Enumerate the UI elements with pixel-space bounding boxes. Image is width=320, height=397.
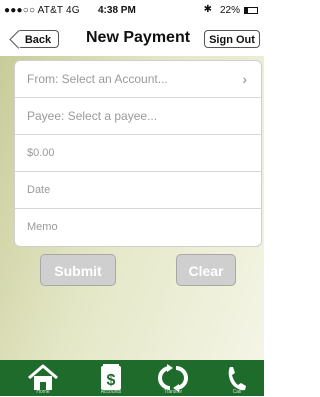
payee-selector[interactable]: Payee: Select a payee... [15, 98, 261, 135]
battery-percent: 22% [219, 5, 240, 16]
carrier-label: ●●●○○ AT&T 4G [4, 5, 80, 16]
submit-button[interactable]: Submit [40, 254, 116, 286]
amount-field[interactable]: $0.00 [15, 135, 261, 172]
clock: 4:38 PM [98, 5, 136, 16]
date-placeholder: Date [27, 184, 51, 196]
memo-placeholder: Memo [27, 221, 58, 233]
from-account-selector[interactable]: From: Select an Account... › [15, 61, 261, 98]
back-label: Back [24, 34, 52, 46]
tab-home[interactable]: Home [10, 360, 76, 396]
battery-icon [244, 7, 258, 14]
tab-accounts[interactable]: $ Accounts [78, 360, 144, 396]
tab-bar: Home $ Accounts Transfer Call [0, 360, 264, 396]
bluetooth-icon: ✱ [203, 4, 212, 15]
clear-button[interactable]: Clear [176, 254, 236, 286]
tab-accounts-label: Accounts [100, 389, 122, 395]
from-account-placeholder: From: Select an Account... [27, 72, 168, 86]
tab-transfer[interactable]: Transfer [140, 360, 206, 396]
sign-out-button[interactable]: Sign Out [204, 30, 260, 48]
battery-level [245, 8, 248, 13]
payment-form: From: Select an Account... › Payee: Sele… [14, 60, 262, 247]
content-area: From: Select an Account... › Payee: Sele… [0, 56, 264, 360]
back-button[interactable]: Back [17, 30, 59, 48]
tab-call[interactable]: Call [204, 360, 270, 396]
chevron-right-icon: › [242, 71, 247, 87]
tab-home-label: Home [36, 389, 50, 395]
navigation-bar: Back New Payment Sign Out [0, 20, 264, 54]
tab-transfer-label: Transfer [163, 389, 183, 395]
status-bar: ●●●○○ AT&T 4G 4:38 PM ✱ 22% [0, 0, 264, 20]
payee-placeholder: Payee: Select a payee... [27, 109, 158, 123]
svg-text:$: $ [107, 372, 116, 389]
tab-call-label: Call [232, 389, 242, 395]
date-field[interactable]: Date [15, 172, 261, 209]
memo-field[interactable]: Memo [15, 209, 261, 246]
amount-placeholder: $0.00 [27, 147, 55, 159]
page-title: New Payment [86, 29, 191, 46]
